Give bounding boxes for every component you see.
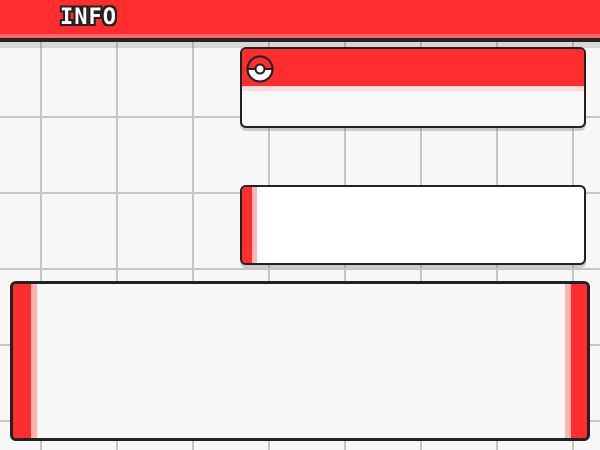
name-info-box-header [242,49,584,86]
description-text-panel [10,281,590,441]
detail-info-box [240,185,586,265]
header-bar: INFO [0,0,600,48]
text-panel-right-edge [571,284,587,438]
page-title: INFO [60,5,117,30]
name-info-box-stripe [242,86,584,91]
detail-info-box-edge [242,187,252,263]
detail-info-box-edge-highlight [252,187,257,263]
name-info-box [240,47,586,128]
pokeball-icon [246,55,274,83]
text-panel-left-edge [13,284,31,438]
text-panel-left-highlight [31,284,37,438]
